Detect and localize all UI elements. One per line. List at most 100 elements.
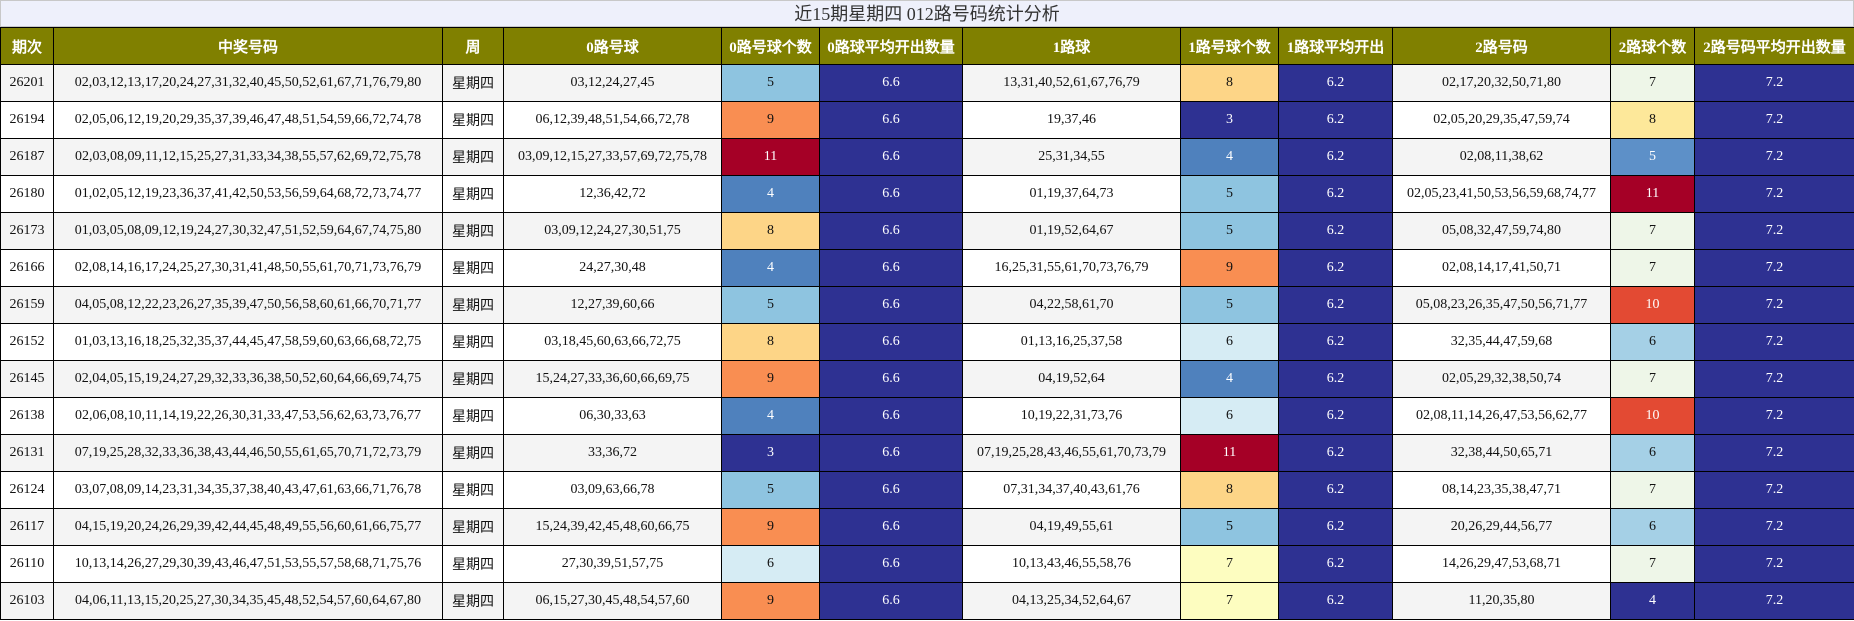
cell-route2: 05,08,32,47,59,74,80 — [1392, 212, 1611, 250]
cell-period: 26180 — [0, 175, 54, 213]
cell-route1-count: 6 — [1180, 323, 1279, 361]
cell-route0-avg: 6.6 — [819, 545, 963, 583]
cell-route0-count: 9 — [721, 360, 820, 398]
cell-period: 26152 — [0, 323, 54, 361]
cell-route0-avg: 6.6 — [819, 101, 963, 139]
cell-period: 26145 — [0, 360, 54, 398]
cell-route1-avg: 6.2 — [1278, 101, 1393, 139]
cell-route1: 04,22,58,61,70 — [962, 286, 1181, 324]
cell-week: 星期四 — [442, 545, 504, 583]
cell-route1-avg: 6.2 — [1278, 138, 1393, 176]
cell-numbers: 02,06,08,10,11,14,19,22,26,30,31,33,47,5… — [53, 397, 443, 435]
cell-period: 26187 — [0, 138, 54, 176]
header-row: 期次 中奖号码 周 0路号球 0路号球个数 0路球平均开出数量 1路球 1路号球… — [0, 27, 1854, 65]
cell-route1-avg: 6.2 — [1278, 397, 1393, 435]
cell-numbers: 02,03,12,13,17,20,24,27,31,32,40,45,50,5… — [53, 64, 443, 102]
cell-route0: 06,12,39,48,51,54,66,72,78 — [503, 101, 722, 139]
cell-route0-avg: 6.6 — [819, 582, 963, 620]
cell-route0-avg: 6.6 — [819, 434, 963, 472]
header-period[interactable]: 期次 — [0, 27, 54, 65]
cell-period: 26103 — [0, 582, 54, 620]
cell-week: 星期四 — [442, 175, 504, 213]
cell-route1-avg: 6.2 — [1278, 249, 1393, 287]
cell-route2-count: 7 — [1610, 249, 1695, 287]
cell-route0: 03,09,12,15,27,33,57,69,72,75,78 — [503, 138, 722, 176]
header-numbers[interactable]: 中奖号码 — [53, 27, 443, 65]
table-body: 26201 02,03,12,13,17,20,24,27,31,32,40,45… — [0, 64, 1854, 620]
cell-route2: 02,05,20,29,35,47,59,74 — [1392, 101, 1611, 139]
header-route2-avg[interactable]: 2路号码平均开出数量 — [1694, 27, 1854, 65]
cell-route2: 02,17,20,32,50,71,80 — [1392, 64, 1611, 102]
cell-route2-count: 6 — [1610, 508, 1695, 546]
cell-route2-count: 7 — [1610, 545, 1695, 583]
cell-route0-avg: 6.6 — [819, 323, 963, 361]
cell-route1-avg: 6.2 — [1278, 175, 1393, 213]
cell-route2-count: 6 — [1610, 434, 1695, 472]
header-route2[interactable]: 2路号码 — [1392, 27, 1611, 65]
cell-route2-count: 7 — [1610, 471, 1695, 509]
cell-route0: 03,09,63,66,78 — [503, 471, 722, 509]
cell-route1: 04,19,49,55,61 — [962, 508, 1181, 546]
header-route1-count[interactable]: 1路号球个数 — [1180, 27, 1279, 65]
table-row: 26131 07,19,25,28,32,33,36,38,43,44,46,50… — [0, 434, 1854, 472]
cell-route0-avg: 6.6 — [819, 249, 963, 287]
cell-route1-count: 6 — [1180, 397, 1279, 435]
cell-week: 星期四 — [442, 434, 504, 472]
header-route1[interactable]: 1路球 — [962, 27, 1181, 65]
cell-route1-count: 5 — [1180, 508, 1279, 546]
cell-route2-count: 5 — [1610, 138, 1695, 176]
cell-route1: 16,25,31,55,61,70,73,76,79 — [962, 249, 1181, 287]
cell-route2-count: 7 — [1610, 212, 1695, 250]
cell-numbers: 04,15,19,20,24,26,29,39,42,44,45,48,49,5… — [53, 508, 443, 546]
cell-route2-avg: 7.2 — [1694, 434, 1854, 472]
cell-route1-count: 5 — [1180, 286, 1279, 324]
header-route0-count[interactable]: 0路号球个数 — [721, 27, 820, 65]
header-week[interactable]: 周 — [442, 27, 504, 65]
cell-numbers: 02,04,05,15,19,24,27,29,32,33,36,38,50,5… — [53, 360, 443, 398]
cell-route0-count: 5 — [721, 471, 820, 509]
cell-route2-avg: 7.2 — [1694, 545, 1854, 583]
cell-route1-count: 5 — [1180, 175, 1279, 213]
cell-week: 星期四 — [442, 101, 504, 139]
cell-route2-avg: 7.2 — [1694, 471, 1854, 509]
cell-period: 26159 — [0, 286, 54, 324]
cell-route1-avg: 6.2 — [1278, 471, 1393, 509]
cell-route0-count: 8 — [721, 323, 820, 361]
header-route1-avg[interactable]: 1路球平均开出 — [1278, 27, 1393, 65]
cell-route0-avg: 6.6 — [819, 212, 963, 250]
cell-numbers: 02,03,08,09,11,12,15,25,27,31,33,34,38,5… — [53, 138, 443, 176]
cell-route2: 02,08,11,38,62 — [1392, 138, 1611, 176]
cell-route1-avg: 6.2 — [1278, 64, 1393, 102]
cell-route0: 12,36,42,72 — [503, 175, 722, 213]
table-row: 26194 02,05,06,12,19,20,29,35,37,39,46,47… — [0, 101, 1854, 139]
cell-route0: 03,18,45,60,63,66,72,75 — [503, 323, 722, 361]
cell-route2: 08,14,23,35,38,47,71 — [1392, 471, 1611, 509]
cell-numbers: 04,05,08,12,22,23,26,27,35,39,47,50,56,5… — [53, 286, 443, 324]
cell-route2: 14,26,29,47,53,68,71 — [1392, 545, 1611, 583]
cell-period: 26194 — [0, 101, 54, 139]
cell-route1-count: 7 — [1180, 582, 1279, 620]
cell-route1-avg: 6.2 — [1278, 286, 1393, 324]
cell-route2: 32,38,44,50,65,71 — [1392, 434, 1611, 472]
stats-table: 期次 中奖号码 周 0路号球 0路号球个数 0路球平均开出数量 1路球 1路号球… — [0, 27, 1854, 620]
cell-week: 星期四 — [442, 360, 504, 398]
cell-period: 26138 — [0, 397, 54, 435]
cell-route2-avg: 7.2 — [1694, 323, 1854, 361]
table-row: 26138 02,06,08,10,11,14,19,22,26,30,31,33… — [0, 397, 1854, 435]
cell-route0-count: 8 — [721, 212, 820, 250]
cell-route2: 02,05,23,41,50,53,56,59,68,74,77 — [1392, 175, 1611, 213]
cell-route1-count: 3 — [1180, 101, 1279, 139]
cell-route1-count: 8 — [1180, 64, 1279, 102]
cell-route1-count: 4 — [1180, 360, 1279, 398]
header-route2-count[interactable]: 2路球个数 — [1610, 27, 1695, 65]
header-route0[interactable]: 0路号球 — [503, 27, 722, 65]
cell-route1-avg: 6.2 — [1278, 360, 1393, 398]
cell-route2-avg: 7.2 — [1694, 582, 1854, 620]
cell-route0: 06,15,27,30,45,48,54,57,60 — [503, 582, 722, 620]
cell-route1-avg: 6.2 — [1278, 508, 1393, 546]
header-route0-avg[interactable]: 0路球平均开出数量 — [819, 27, 963, 65]
cell-period: 26124 — [0, 471, 54, 509]
cell-route2-count: 4 — [1610, 582, 1695, 620]
cell-week: 星期四 — [442, 508, 504, 546]
cell-week: 星期四 — [442, 64, 504, 102]
